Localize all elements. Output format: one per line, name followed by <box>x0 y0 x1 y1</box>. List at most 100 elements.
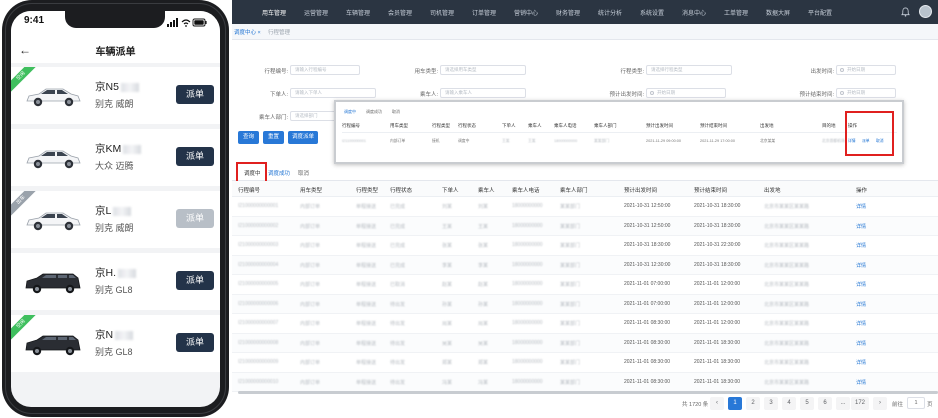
query-button[interactable]: 查询 <box>238 131 259 144</box>
dispatch-button[interactable]: 派单 <box>176 147 214 166</box>
table-cell: 待出发 <box>390 360 406 366</box>
table-row: I21000000000005 内部订单 单程接送 已取消 赵某 赵某 1800000000… <box>232 275 938 295</box>
table-cell: 已完成 <box>390 262 406 269</box>
nav-item[interactable]: 系统设置 <box>640 8 664 17</box>
table-cell: 内部订单 <box>300 379 321 386</box>
table-cell: 单程接送 <box>356 379 377 386</box>
detail-link[interactable]: 详情 <box>856 320 866 327</box>
column-header: 下单人 <box>442 188 459 194</box>
nav-item[interactable]: 用车管理 <box>262 8 286 17</box>
redaction-mask <box>123 144 142 154</box>
nav-header: ← 车辆派单 <box>11 35 220 63</box>
table-cell: 赵某 <box>442 282 453 288</box>
page-button[interactable]: 3 <box>764 397 778 410</box>
nav-item[interactable]: 运营管理 <box>304 8 328 17</box>
car-icon <box>23 83 83 109</box>
est-depart-input[interactable]: 开始日期 <box>646 88 726 98</box>
zoom-column-header: 下单人 <box>502 123 516 128</box>
page-button[interactable]: 172 <box>851 397 869 410</box>
table-cell: 李某 <box>442 262 453 269</box>
table-row: I21000000000002 内部订单 单程接送 已完成 王某 王某 1800000000… <box>232 216 938 236</box>
table-row: I21000000000004 内部订单 单程接送 已完成 李某 李某 1800000000… <box>232 255 938 275</box>
page-button[interactable]: 5 <box>800 397 814 410</box>
pagination: 共 1720 条 ‹ 1 2 3 4 5 6 ... 172 › 前往 1 页 <box>232 396 938 412</box>
avatar[interactable] <box>919 5 932 18</box>
nav-item[interactable]: 营销中心 <box>514 8 538 17</box>
nav-item[interactable]: 工单管理 <box>724 8 748 17</box>
prev-page-button[interactable]: ‹ <box>710 397 724 410</box>
bell-icon[interactable] <box>901 7 910 17</box>
table-row: I21000000000008 内部订单 单程接送 待出发 吴某 吴某 1800000000… <box>232 333 938 353</box>
table-cell: 2021-11-01 12:00:00 <box>694 320 741 326</box>
est-end-input[interactable]: 开始日期 <box>836 88 896 98</box>
nav-item[interactable]: 财务管理 <box>556 8 580 17</box>
rider-input[interactable]: 请输入乘车人 <box>440 88 526 98</box>
orderer-input[interactable]: 请输入下单人 <box>290 88 376 98</box>
dispatch-order-button[interactable]: 调度派单 <box>288 131 318 144</box>
table-cell: 2021-10-31 18:30:00 <box>694 222 741 229</box>
detail-link[interactable]: 详情 <box>856 262 866 269</box>
nav-item[interactable]: 平台配置 <box>808 8 832 17</box>
vehicle-model: 别克 威朗 <box>95 223 134 233</box>
dispatch-button[interactable]: 派单 <box>176 209 214 228</box>
reset-button[interactable]: 重置 <box>263 131 284 144</box>
goto-page-input[interactable]: 1 <box>907 397 925 409</box>
page-button[interactable]: 1 <box>728 397 742 410</box>
table-cell: 单程接送 <box>356 360 377 366</box>
detail-link[interactable]: 详情 <box>856 379 866 386</box>
trip-id-input[interactable]: 请输入行程编号 <box>290 65 360 75</box>
tab-cancelled[interactable]: 取消 <box>298 169 309 177</box>
nav-item[interactable]: 车辆管理 <box>346 8 370 17</box>
detail-link[interactable]: 详情 <box>856 359 866 366</box>
nav-item[interactable]: 统计分析 <box>598 8 622 17</box>
detail-link[interactable]: 详情 <box>856 242 866 249</box>
page-tab-active[interactable]: 调度中心 × <box>234 28 261 36</box>
detail-link[interactable]: 详情 <box>856 301 866 308</box>
dispatch-button[interactable]: 派单 <box>176 333 214 352</box>
table-cell: 某某部门 <box>560 243 581 249</box>
zoom-cell: 王某 <box>528 139 536 143</box>
trip-type-select[interactable]: 请选择行程类型 <box>646 65 732 75</box>
depart-date-input[interactable]: 开始日期 <box>836 65 896 75</box>
nav-item[interactable]: 司机管理 <box>430 8 454 17</box>
detail-link[interactable]: 详情 <box>856 223 866 230</box>
table-cell: 18000000000 <box>512 300 543 307</box>
table-cell: 2021-10-31 18:30:00 <box>694 203 741 209</box>
table-cell: 某某部门 <box>560 379 581 386</box>
vehicle-model: 别克 GL8 <box>95 347 133 357</box>
table-cell: 北京市某某区某某路 <box>764 321 810 327</box>
horizontal-scrollbar[interactable] <box>238 391 938 394</box>
detail-link[interactable]: 详情 <box>856 281 866 288</box>
zoom-cell: I21100000001 <box>342 139 367 143</box>
detail-link[interactable]: 详情 <box>856 203 866 210</box>
page-suffix: 页 <box>927 402 933 408</box>
nav-item[interactable]: 订单管理 <box>472 8 496 17</box>
page-tab[interactable]: 行程管理 <box>268 28 290 36</box>
page-ellipsis[interactable]: ... <box>836 397 850 410</box>
table-header: 行程编号 用车类型 行程类型 行程状态 下单人 乘车人 乘车人电话 乘车人部门 … <box>232 181 938 197</box>
use-type-select[interactable]: 请选择用车类型 <box>440 65 526 75</box>
next-page-button[interactable]: › <box>873 397 887 410</box>
dispatch-button[interactable]: 派单 <box>176 271 214 290</box>
nav-item[interactable]: 数据大屏 <box>766 8 790 17</box>
page-button[interactable]: 2 <box>746 397 760 410</box>
page-button[interactable]: 4 <box>782 397 796 410</box>
column-header: 出发地 <box>764 188 781 194</box>
dispatch-button[interactable]: 派单 <box>176 85 214 104</box>
table-cell: I21000000000004 <box>238 261 279 268</box>
tab-dispatched[interactable]: 调度成功 <box>268 169 290 177</box>
nav-item[interactable]: 会员管理 <box>388 8 412 17</box>
redaction-mask <box>120 82 139 92</box>
signal-wifi-battery-icon <box>167 18 207 27</box>
zoom-tab: 取消 <box>392 109 400 114</box>
detail-link[interactable]: 详情 <box>856 340 866 347</box>
filter-label: 乘车人部门: <box>258 115 288 121</box>
vehicle-model: 别克 GL8 <box>95 285 133 295</box>
table-cell: 北京市某某区某某路 <box>764 223 810 230</box>
table-cell: 冯某 <box>478 379 489 386</box>
table-cell: 北京市某某区某某路 <box>764 204 810 210</box>
table-cell: 2021-10-31 12:30:00 <box>624 261 671 268</box>
table-cell: I21000000000006 <box>238 300 279 307</box>
page-button[interactable]: 6 <box>818 397 832 410</box>
nav-item[interactable]: 消息中心 <box>682 8 706 17</box>
